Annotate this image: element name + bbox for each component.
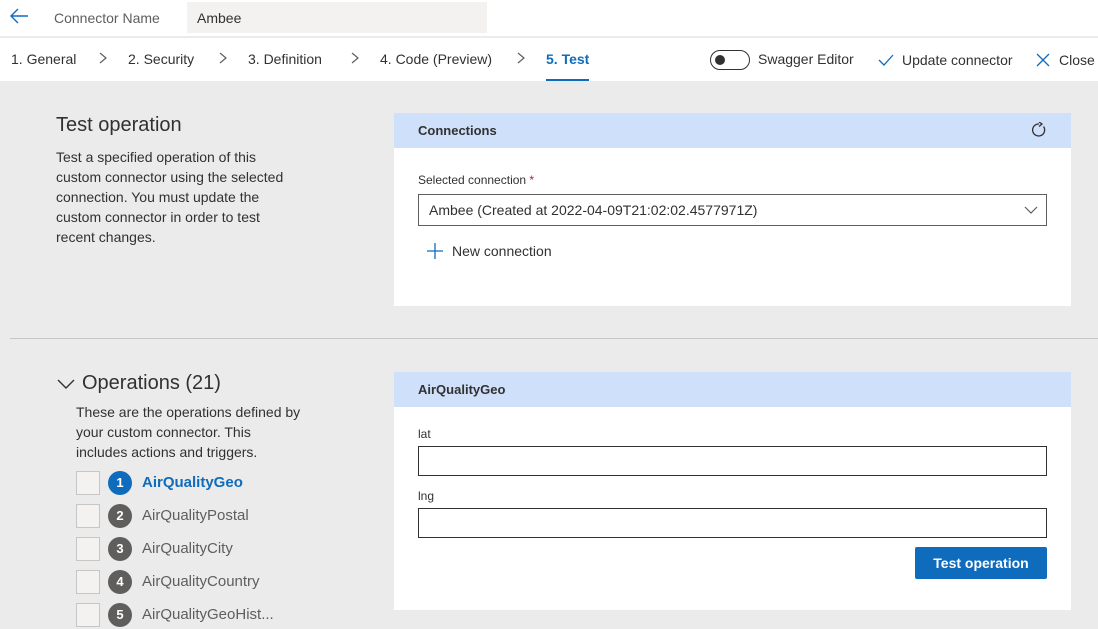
test-operation-description: Test a specified operation of this custo… <box>56 149 284 245</box>
new-connection-button[interactable]: New connection <box>427 243 552 259</box>
operation-number: 5 <box>108 602 132 627</box>
tab-code-preview[interactable]: 4. Code (Preview) <box>380 51 492 67</box>
operation-item[interactable]: 1 AirQualityGeo <box>76 470 243 495</box>
operation-number: 4 <box>108 569 132 594</box>
test-operation-button[interactable]: Test operation <box>915 547 1047 579</box>
selected-connection-value: Ambee (Created at 2022-04-09T21:02:02.45… <box>429 202 758 218</box>
operation-name: AirQualityPostal <box>142 507 249 524</box>
selected-connection-label: Selected connection * <box>418 173 534 187</box>
close-icon <box>1036 53 1050 67</box>
update-connector-button[interactable]: Update connector <box>877 48 1013 72</box>
chevron-right-icon <box>351 52 359 64</box>
tab-general[interactable]: 1. General <box>11 51 76 67</box>
swagger-editor-toggle[interactable] <box>710 50 750 70</box>
operation-item[interactable]: 4 AirQualityCountry <box>76 569 260 594</box>
lat-label: lat <box>418 427 431 441</box>
operation-number: 2 <box>108 503 132 528</box>
operation-item[interactable]: 2 AirQualityPostal <box>76 503 249 528</box>
chevron-down-icon <box>57 379 75 389</box>
refresh-icon[interactable] <box>1031 122 1047 138</box>
operation-item[interactable]: 3 AirQualityCity <box>76 536 233 561</box>
operation-name: AirQualityGeo <box>142 474 243 491</box>
operation-number: 1 <box>108 470 132 495</box>
operations-toggle[interactable]: Operations (21) <box>56 372 221 395</box>
tab-test[interactable]: 5. Test <box>546 51 589 67</box>
operation-checkbox[interactable] <box>76 470 100 495</box>
operations-description: These are the operations defined by your… <box>76 404 301 460</box>
section-divider <box>10 338 1098 339</box>
lng-input[interactable] <box>418 508 1047 538</box>
connections-card: Connections Selected connection * Ambee … <box>394 113 1071 306</box>
lat-input[interactable] <box>418 446 1047 476</box>
operation-checkbox[interactable] <box>76 536 100 561</box>
operations-title: Operations (21) <box>82 372 221 394</box>
active-tab-indicator <box>546 79 589 81</box>
swagger-editor-label: Swagger Editor <box>758 51 854 67</box>
tab-security[interactable]: 2. Security <box>128 51 194 67</box>
chevron-right-icon <box>517 52 525 64</box>
tab-definition[interactable]: 3. Definition <box>248 51 322 67</box>
operation-number: 3 <box>108 536 132 561</box>
close-button[interactable]: Close <box>1035 48 1095 72</box>
operation-item[interactable]: 5 AirQualityGeoHist... <box>76 602 274 627</box>
selected-connection-dropdown[interactable]: Ambee (Created at 2022-04-09T21:02:02.45… <box>418 194 1047 226</box>
chevron-right-icon <box>99 52 107 64</box>
test-operation-title: Test operation <box>56 114 182 136</box>
header-bar: Connector Name <box>0 0 1098 36</box>
close-label: Close <box>1059 52 1095 68</box>
operation-name: AirQualityCountry <box>142 573 260 590</box>
operation-test-header: AirQualityGeo <box>394 372 1071 407</box>
selected-connection-label-text: Selected connection <box>418 173 527 187</box>
tab-bar: 1. General 2. Security 3. Definition 4. … <box>0 37 1098 81</box>
new-connection-label: New connection <box>452 243 552 259</box>
connector-name-input[interactable] <box>187 2 487 33</box>
lng-label: lng <box>418 489 435 503</box>
back-arrow-icon[interactable] <box>8 6 30 26</box>
update-connector-label: Update connector <box>902 52 1013 68</box>
plus-icon <box>427 243 443 259</box>
operation-name: AirQualityCity <box>142 540 233 557</box>
operation-test-card: AirQualityGeo lat lng Test operation <box>394 372 1071 610</box>
operation-checkbox[interactable] <box>76 503 100 528</box>
chevron-right-icon <box>219 52 227 64</box>
required-mark: * <box>529 173 535 187</box>
operation-name: AirQualityGeoHist... <box>142 606 274 623</box>
checkmark-icon <box>878 54 894 66</box>
connector-name-label: Connector Name <box>54 10 160 26</box>
operation-checkbox[interactable] <box>76 602 100 627</box>
connections-header: Connections <box>394 113 1071 148</box>
chevron-down-icon <box>1024 206 1038 214</box>
toggle-knob <box>715 55 725 65</box>
operation-checkbox[interactable] <box>76 569 100 594</box>
operation-test-header-label: AirQualityGeo <box>418 382 506 397</box>
connections-header-label: Connections <box>418 123 497 138</box>
